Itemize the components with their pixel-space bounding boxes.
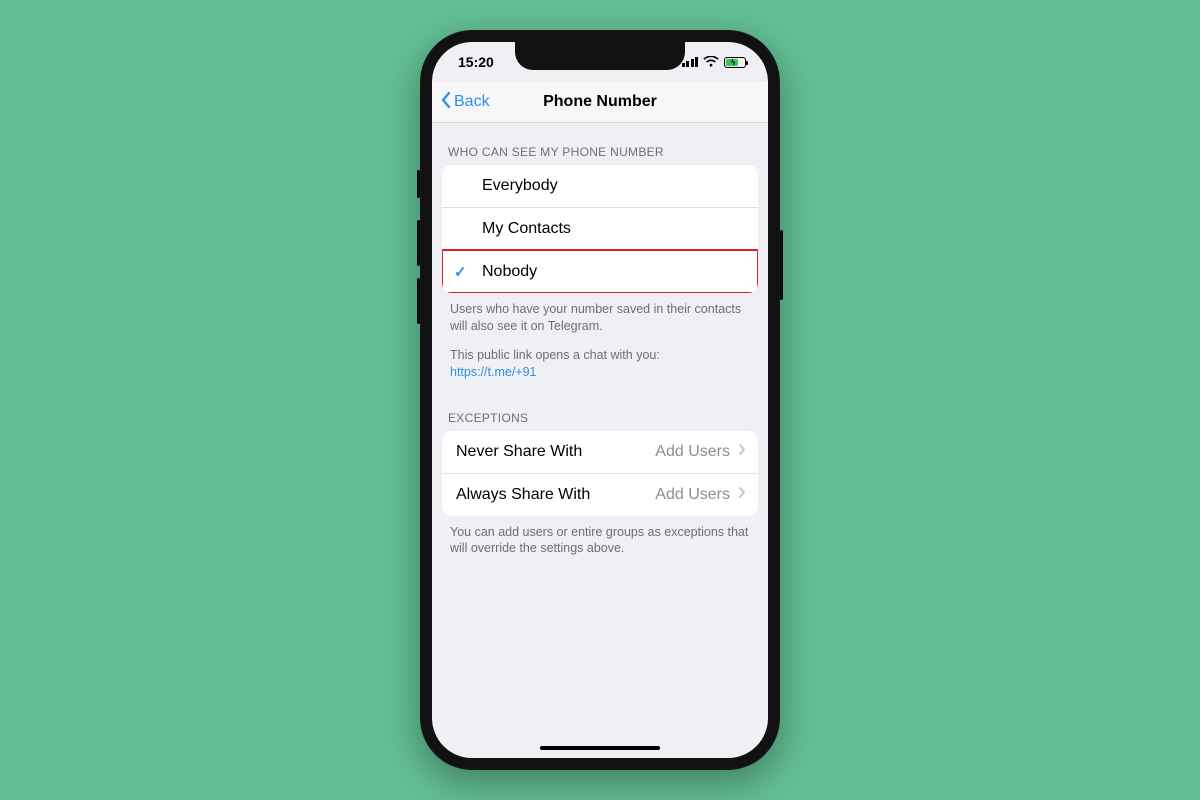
cellular-signal-icon (682, 57, 699, 67)
exception-label: Never Share With (456, 443, 582, 461)
exception-always-share[interactable]: Always Share With Add Users (442, 473, 758, 516)
back-button[interactable]: Back (440, 91, 490, 114)
exception-label: Always Share With (456, 486, 590, 504)
wifi-icon (703, 56, 719, 68)
option-label: Everybody (482, 177, 558, 195)
side-button-vol-down (417, 278, 420, 324)
side-button-power (780, 230, 783, 300)
option-label: Nobody (482, 263, 537, 281)
public-link[interactable]: https://t.me/+91 (450, 365, 537, 379)
back-label: Back (454, 93, 490, 111)
side-button-vol-up (417, 220, 420, 266)
visibility-footer: Users who have your number saved in thei… (432, 293, 768, 381)
option-nobody[interactable]: ✓ Nobody (442, 250, 758, 293)
checkmark-icon: ✓ (454, 263, 467, 281)
side-button-silence (417, 170, 420, 198)
exception-value: Add Users (655, 486, 730, 504)
exception-never-share[interactable]: Never Share With Add Users (442, 431, 758, 473)
exceptions-section-header: EXCEPTIONS (432, 381, 768, 431)
content: WHO CAN SEE MY PHONE NUMBER Everybody My… (432, 123, 768, 557)
option-label: My Contacts (482, 220, 571, 238)
notch (515, 42, 685, 70)
footer-text: Users who have your number saved in thei… (450, 301, 750, 335)
screen: 15:20 ϟ Back Pho (432, 42, 768, 758)
chevron-right-icon (738, 486, 746, 504)
chevron-left-icon (440, 91, 452, 114)
nav-bar: Back Phone Number (432, 82, 768, 123)
exceptions-group: Never Share With Add Users Always Share … (442, 431, 758, 516)
exception-value: Add Users (655, 443, 730, 461)
page-title: Phone Number (543, 93, 657, 111)
footer-link-intro: This public link opens a chat with you: (450, 347, 750, 364)
option-everybody[interactable]: Everybody (442, 165, 758, 207)
chevron-right-icon (738, 443, 746, 461)
status-icons: ϟ (682, 56, 747, 68)
visibility-group: Everybody My Contacts ✓ Nobody (442, 165, 758, 293)
battery-icon: ϟ (724, 57, 746, 68)
exceptions-footer: You can add users or entire groups as ex… (432, 516, 768, 558)
option-my-contacts[interactable]: My Contacts (442, 207, 758, 250)
home-indicator[interactable] (540, 746, 660, 750)
status-time: 15:20 (458, 54, 494, 70)
phone-frame: 15:20 ϟ Back Pho (420, 30, 780, 770)
visibility-section-header: WHO CAN SEE MY PHONE NUMBER (432, 123, 768, 165)
